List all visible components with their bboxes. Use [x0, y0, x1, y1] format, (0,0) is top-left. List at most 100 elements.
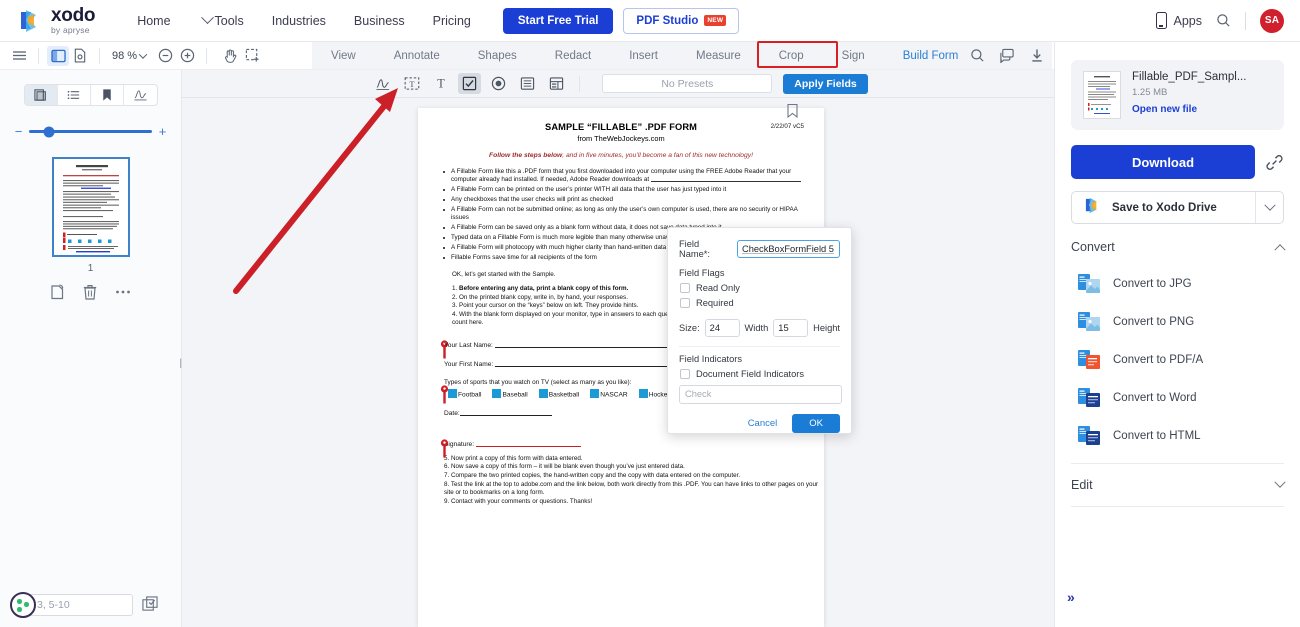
width-input[interactable]: 15: [773, 319, 809, 337]
checkbox-football[interactable]: Football: [448, 389, 481, 399]
text-field-tool-icon[interactable]: T: [400, 73, 423, 94]
nav-link-industries[interactable]: Industries: [258, 8, 340, 34]
marquee-select-icon[interactable]: [241, 46, 263, 66]
nav-search-icon[interactable]: [1216, 13, 1231, 28]
tab-annotate[interactable]: Annotate: [375, 44, 459, 68]
document-field-indicators-checkbox[interactable]: Document Field Indicators: [680, 369, 840, 379]
first-name-input-line[interactable]: [495, 365, 668, 367]
start-free-trial-button[interactable]: Start Free Trial: [502, 7, 614, 34]
zoom-out-button[interactable]: [154, 46, 176, 66]
slider-track[interactable]: [29, 126, 152, 137]
field-name-input[interactable]: CheckBoxFormField 5: [737, 240, 840, 258]
nav-link-tools[interactable]: Tools: [185, 8, 258, 34]
nav-link-pricing[interactable]: Pricing: [419, 8, 485, 34]
save-drive-main[interactable]: Save to Xodo Drive: [1072, 196, 1255, 220]
read-only-checkbox[interactable]: Read Only: [680, 283, 840, 293]
tab-shapes[interactable]: Shapes: [459, 44, 536, 68]
xodo-logo[interactable]: xodo by apryse: [18, 6, 95, 35]
toggle-side-panel-icon[interactable]: [47, 45, 69, 66]
download-button[interactable]: Download: [1071, 145, 1255, 179]
select-pages-icon[interactable]: [142, 596, 158, 617]
checkbox-box[interactable]: [680, 298, 690, 308]
checkbox-box[interactable]: [448, 389, 457, 399]
copy-link-icon[interactable]: [1265, 153, 1284, 172]
radio-button-field-tool-icon[interactable]: [487, 73, 510, 94]
save-to-xodo-drive-button[interactable]: Save to Xodo Drive: [1071, 191, 1284, 224]
checkbox-box[interactable]: [680, 283, 690, 293]
zoom-in-button[interactable]: [176, 46, 198, 66]
convert-to-word-item[interactable]: Convert to Word: [1071, 379, 1284, 417]
user-avatar[interactable]: SA: [1260, 8, 1284, 33]
checkbox-box[interactable]: [590, 389, 600, 399]
collapse-panel-button[interactable]: »: [1067, 589, 1075, 605]
bookmark-flag-icon[interactable]: [787, 103, 798, 119]
convert-to-pdfa-item[interactable]: Convert to PDF/A: [1071, 341, 1284, 379]
more-options-icon[interactable]: [115, 289, 131, 295]
checkbox-nascar[interactable]: NASCAR: [590, 389, 628, 399]
thumbnail-size-slider[interactable]: − +: [14, 124, 167, 139]
tab-view[interactable]: View: [312, 44, 375, 68]
panel-tab-outline[interactable]: [58, 85, 91, 105]
free-text-tool-icon[interactable]: T: [429, 73, 452, 94]
checkbox-box[interactable]: [638, 389, 648, 399]
checkbox-hockey[interactable]: Hockey: [638, 389, 671, 399]
panel-tab-signatures[interactable]: [124, 85, 156, 105]
cancel-button[interactable]: Cancel: [742, 415, 784, 432]
last-name-label: Your Last Name:: [444, 341, 493, 349]
comments-icon[interactable]: [996, 46, 1018, 66]
tab-crop[interactable]: Crop: [760, 44, 823, 68]
save-drive-dropdown-toggle[interactable]: [1255, 192, 1283, 223]
tab-sign[interactable]: Sign: [823, 44, 884, 68]
ok-button[interactable]: OK: [792, 414, 840, 433]
convert-to-html-item[interactable]: Convert to HTML: [1071, 417, 1284, 455]
date-input-line[interactable]: [459, 414, 552, 416]
apps-button[interactable]: Apps: [1155, 12, 1202, 29]
required-checkbox[interactable]: Required: [680, 298, 840, 308]
checkbox-basketball[interactable]: Basketball: [538, 389, 579, 399]
combo-box-field-tool-icon[interactable]: [545, 73, 568, 94]
list-box-field-tool-icon[interactable]: [516, 73, 539, 94]
page-thumbnail-1[interactable]: [51, 157, 130, 257]
pdf-studio-button[interactable]: PDF Studio NEW: [623, 7, 740, 34]
tab-build-form[interactable]: Build Form: [884, 44, 978, 68]
cookie-consent-icon[interactable]: [10, 592, 36, 618]
edit-section-header[interactable]: Edit: [1071, 464, 1286, 507]
last-name-input-line[interactable]: [494, 346, 670, 348]
zoom-level-selector[interactable]: 98 %: [112, 50, 148, 62]
pan-hand-icon[interactable]: [219, 46, 241, 66]
panel-tab-thumbnails[interactable]: [24, 85, 58, 105]
signature-field-tool-icon[interactable]: [371, 73, 394, 94]
rotate-page-icon[interactable]: [50, 284, 65, 300]
open-new-file-link[interactable]: Open new file: [1132, 104, 1246, 115]
tab-redact[interactable]: Redact: [536, 44, 610, 68]
page-properties-icon[interactable]: [69, 46, 91, 66]
document-viewport[interactable]: 2/22/07 vC5 SAMPLE “FILLABLE” .PDF FORM …: [182, 98, 1054, 627]
apply-fields-button[interactable]: Apply Fields: [783, 73, 868, 94]
presets-dropdown[interactable]: No Presets: [602, 74, 773, 93]
convert-to-png-item[interactable]: Convert to PNG: [1071, 303, 1284, 341]
convert-section-header[interactable]: Convert: [1071, 240, 1286, 263]
search-icon[interactable]: [966, 46, 988, 66]
checkbox-box[interactable]: [680, 369, 690, 379]
convert-to-jpg-item[interactable]: Convert to JPG: [1071, 265, 1284, 303]
page-range-input[interactable]: 3, 5-10: [28, 594, 133, 616]
checkbox-baseball[interactable]: Baseball: [492, 389, 528, 399]
xodo-drive-icon: [1084, 196, 1103, 220]
slider-thumb[interactable]: [43, 126, 55, 137]
slider-plus-icon[interactable]: +: [158, 124, 167, 139]
tab-insert[interactable]: Insert: [610, 44, 677, 68]
panel-tab-bookmarks[interactable]: [91, 85, 125, 105]
checkbox-box[interactable]: [538, 389, 548, 399]
delete-page-icon[interactable]: [83, 284, 97, 300]
checkbox-field-tool-icon[interactable]: [458, 73, 482, 94]
check-text-input[interactable]: Check: [679, 385, 842, 404]
menu-hamburger-icon[interactable]: [8, 46, 30, 66]
download-icon[interactable]: [1026, 46, 1048, 66]
size-input[interactable]: 24: [704, 319, 740, 337]
tab-measure[interactable]: Measure: [677, 44, 760, 68]
signature-input-line[interactable]: [475, 445, 581, 447]
nav-link-business[interactable]: Business: [340, 8, 419, 34]
nav-link-home[interactable]: Home: [123, 8, 184, 34]
slider-minus-icon[interactable]: −: [14, 124, 23, 139]
checkbox-box[interactable]: [492, 389, 502, 399]
